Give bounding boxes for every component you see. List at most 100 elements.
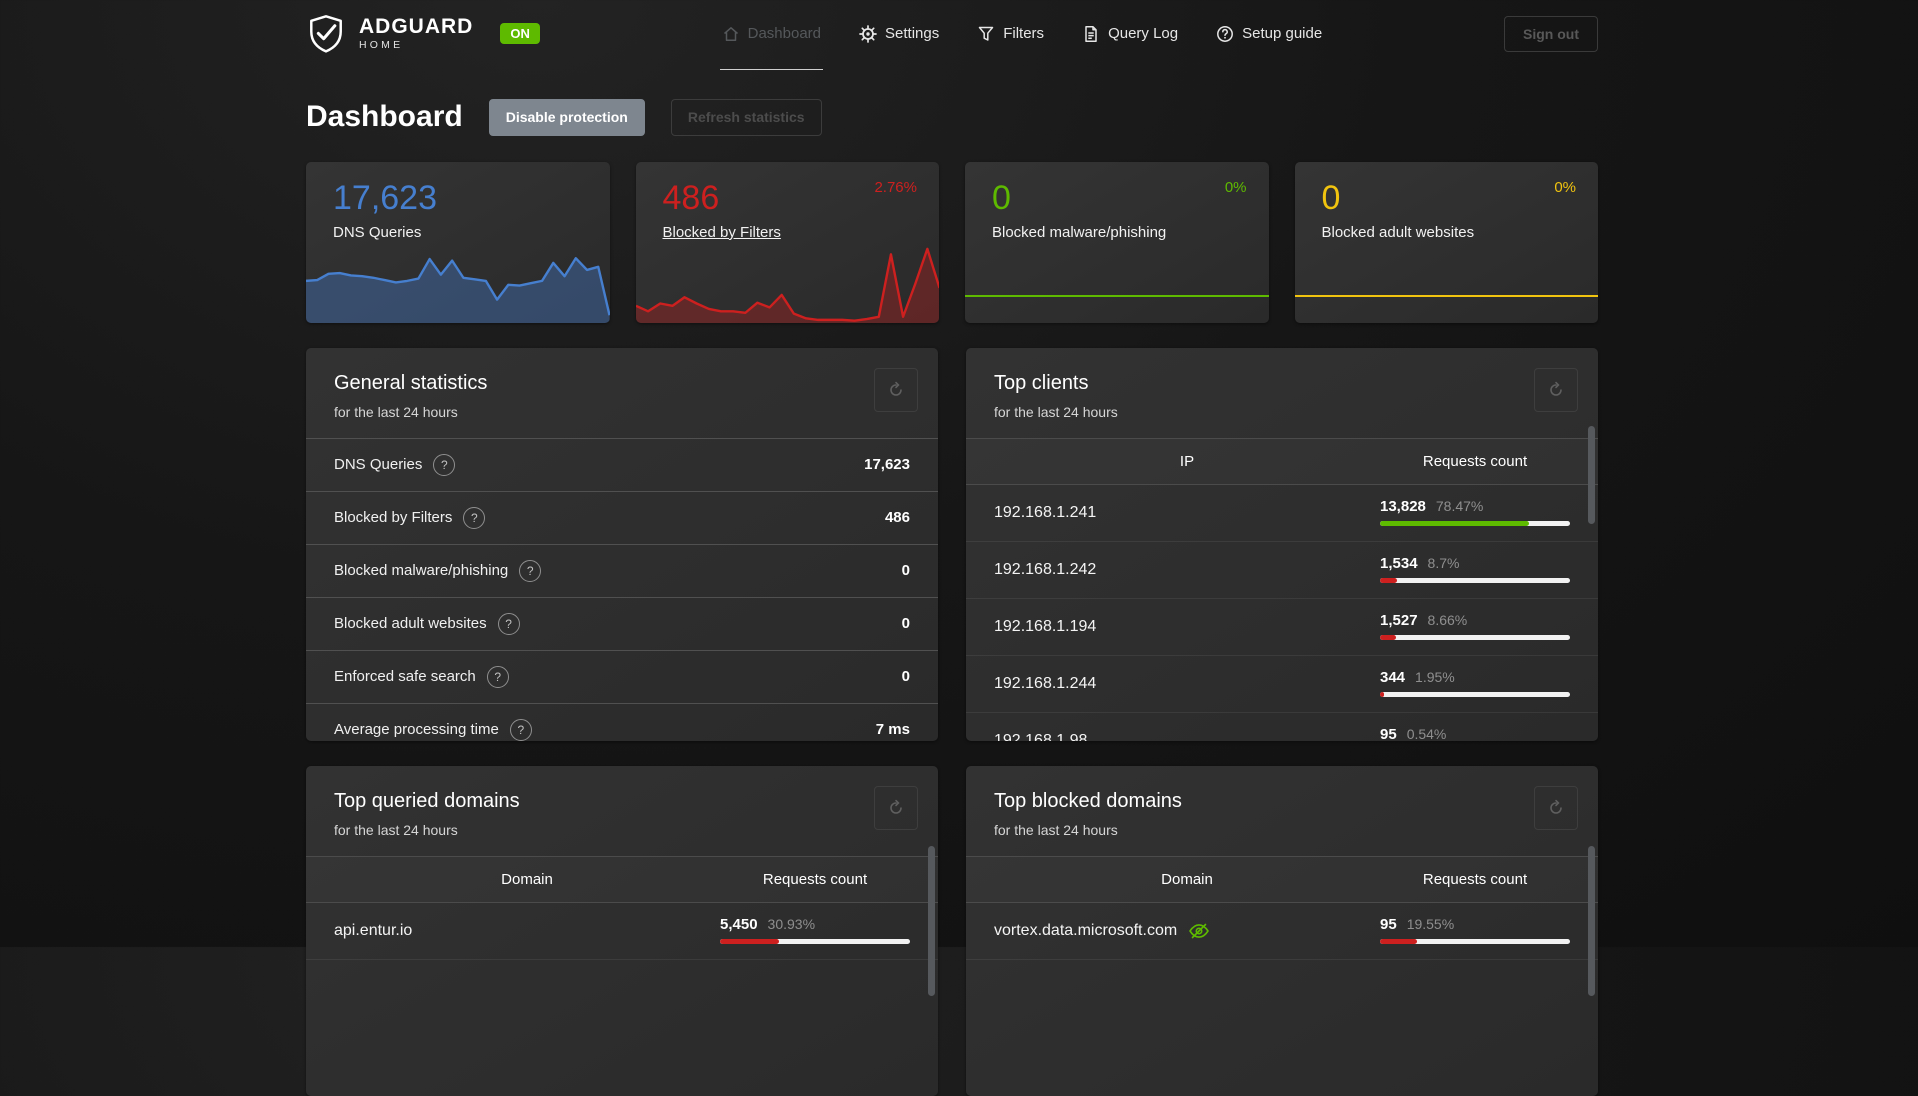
blocked-adult-label: Blocked adult websites — [1321, 223, 1475, 241]
home-icon — [722, 25, 740, 43]
blocked-filters-value: 486 — [662, 178, 720, 217]
table-header: Domain Requests count — [966, 855, 1598, 903]
client-ip[interactable]: 192.168.1.194 — [994, 618, 1380, 636]
panel-refresh-button[interactable] — [1534, 367, 1578, 412]
queried-domain: api.entur.io — [334, 921, 413, 939]
table-row: 192.168.1.98 95 0.54% — [966, 711, 1598, 741]
main-nav: Dashboard Settings Filters Query Log Set… — [540, 0, 1504, 70]
nav-tab-dashboard[interactable]: Dashboard — [719, 0, 824, 70]
page-title: Dashboard — [306, 100, 463, 134]
stat-row: Enforced safe search 0 — [306, 649, 938, 703]
disable-protection-button[interactable]: Disable protection — [488, 99, 645, 136]
table-row: 192.168.1.194 1,527 8.66% — [966, 597, 1598, 655]
top-navbar: ADGUARD HOME ON Dashboard Settings Filte… — [0, 0, 1918, 70]
scrollbar-thumb[interactable] — [1588, 425, 1595, 524]
table-header: IP Requests count — [966, 437, 1598, 485]
help-icon[interactable] — [463, 506, 486, 529]
blocked-domain: vortex.data.microsoft.com — [994, 921, 1178, 939]
help-icon[interactable] — [509, 718, 532, 741]
stat-row: Blocked adult websites 0 — [306, 596, 938, 650]
table-row — [306, 958, 938, 1016]
dashboard-content: Dashboard Disable protection Refresh sta… — [306, 99, 1598, 1096]
panel-refresh-button[interactable] — [1534, 785, 1578, 830]
refresh-icon — [1547, 799, 1565, 817]
requests-bar — [720, 939, 910, 945]
blocked-filters-percent: 2.76% — [874, 178, 917, 196]
requests-bar — [1380, 578, 1570, 584]
blocked-adult-percent: 0% — [1554, 178, 1576, 196]
stat-row: Blocked by Filters 486 — [306, 490, 938, 544]
panel-refresh-button[interactable] — [874, 785, 918, 830]
blocked-adult-value: 0 — [1321, 178, 1341, 217]
question-icon — [1216, 25, 1234, 43]
brand-name: ADGUARD — [359, 15, 474, 39]
shield-logo-icon — [306, 12, 346, 56]
nav-tab-filters[interactable]: Filters — [977, 0, 1044, 67]
panel-title: Top blocked domains — [994, 789, 1182, 812]
stat-row: DNS Queries 17,623 — [306, 437, 938, 491]
card-dns-queries: 17,623 DNS Queries — [306, 161, 610, 323]
top-clients-panel: Top clients for the last 24 hours IP Req… — [966, 347, 1598, 741]
table-row: 192.168.1.242 1,534 8.7% — [966, 540, 1598, 598]
requests-bar — [1380, 521, 1570, 527]
dns-queries-label: DNS Queries — [333, 223, 422, 241]
help-icon[interactable] — [486, 665, 509, 688]
document-icon — [1082, 25, 1100, 43]
client-ip[interactable]: 192.168.1.242 — [994, 561, 1380, 579]
blocked-malware-zero-line — [965, 294, 1269, 297]
refresh-statistics-button[interactable]: Refresh statistics — [670, 99, 822, 136]
panel-title: Top queried domains — [334, 789, 520, 812]
panel-refresh-button[interactable] — [874, 367, 918, 412]
dns-queries-sparkline — [306, 245, 610, 323]
nav-tab-settings[interactable]: Settings — [859, 0, 939, 67]
top-queried-domains-panel: Top queried domains for the last 24 hour… — [306, 765, 938, 1096]
brand-sub: HOME — [359, 39, 404, 52]
panel-title: General statistics — [334, 371, 488, 394]
dns-queries-value: 17,623 — [333, 178, 437, 217]
top-blocked-domains-panel: Top blocked domains for the last 24 hour… — [966, 765, 1598, 1096]
scrollbar-thumb[interactable] — [928, 845, 935, 996]
table-row: vortex.data.microsoft.com 95 19.55% — [966, 903, 1598, 959]
scrollbar-thumb[interactable] — [1588, 845, 1595, 996]
panel-subtitle: for the last 24 hours — [334, 403, 458, 420]
blocked-adult-zero-line — [1294, 294, 1598, 297]
card-blocked-adult: 0 Blocked adult websites 0% — [1294, 161, 1598, 323]
nav-tab-setup-guide[interactable]: Setup guide — [1216, 0, 1322, 67]
eye-off-icon[interactable] — [1187, 919, 1211, 943]
help-icon[interactable] — [497, 612, 520, 635]
table-row: 192.168.1.241 13,828 78.47% — [966, 485, 1598, 541]
blocked-malware-label: Blocked malware/phishing — [992, 223, 1167, 241]
requests-bar — [1380, 635, 1570, 641]
blocked-filters-sparkline — [635, 245, 939, 323]
client-ip[interactable]: 192.168.1.244 — [994, 675, 1380, 693]
help-icon[interactable] — [519, 559, 542, 582]
gear-icon — [859, 24, 877, 43]
panel-subtitle: for the last 24 hours — [994, 403, 1118, 420]
client-ip[interactable]: 192.168.1.241 — [994, 504, 1380, 522]
table-header: Domain Requests count — [306, 855, 938, 903]
panel-title: Top clients — [994, 371, 1089, 394]
table-row: 192.168.1.244 344 1.95% — [966, 654, 1598, 712]
requests-bar — [1380, 939, 1570, 945]
protection-status-badge: ON — [500, 23, 540, 44]
refresh-icon — [1547, 381, 1565, 399]
blocked-filters-link[interactable]: Blocked by Filters — [663, 224, 781, 241]
stat-row: Blocked malware/phishing 0 — [306, 543, 938, 597]
funnel-icon — [977, 25, 995, 43]
stat-row: Average processing time 7 ms — [306, 702, 938, 741]
table-row: api.entur.io 5,450 30.93% — [306, 903, 938, 959]
blocked-malware-value: 0 — [992, 178, 1011, 217]
panel-subtitle: for the last 24 hours — [334, 821, 458, 838]
nav-tab-query-log[interactable]: Query Log — [1082, 0, 1178, 67]
sign-out-button[interactable]: Sign out — [1504, 15, 1598, 52]
requests-bar — [1380, 692, 1570, 698]
help-icon[interactable] — [433, 453, 456, 476]
card-blocked-malware: 0 Blocked malware/phishing 0% — [965, 161, 1269, 323]
client-ip[interactable]: 192.168.1.98 — [994, 732, 1380, 741]
refresh-icon — [887, 381, 905, 399]
blocked-malware-percent: 0% — [1224, 178, 1247, 196]
brand-logo[interactable]: ADGUARD HOME ON — [306, 12, 540, 56]
refresh-icon — [887, 799, 905, 817]
panel-subtitle: for the last 24 hours — [994, 821, 1118, 838]
stat-cards-row: 17,623 DNS Queries 486 Blocked by Filter… — [306, 161, 1598, 323]
